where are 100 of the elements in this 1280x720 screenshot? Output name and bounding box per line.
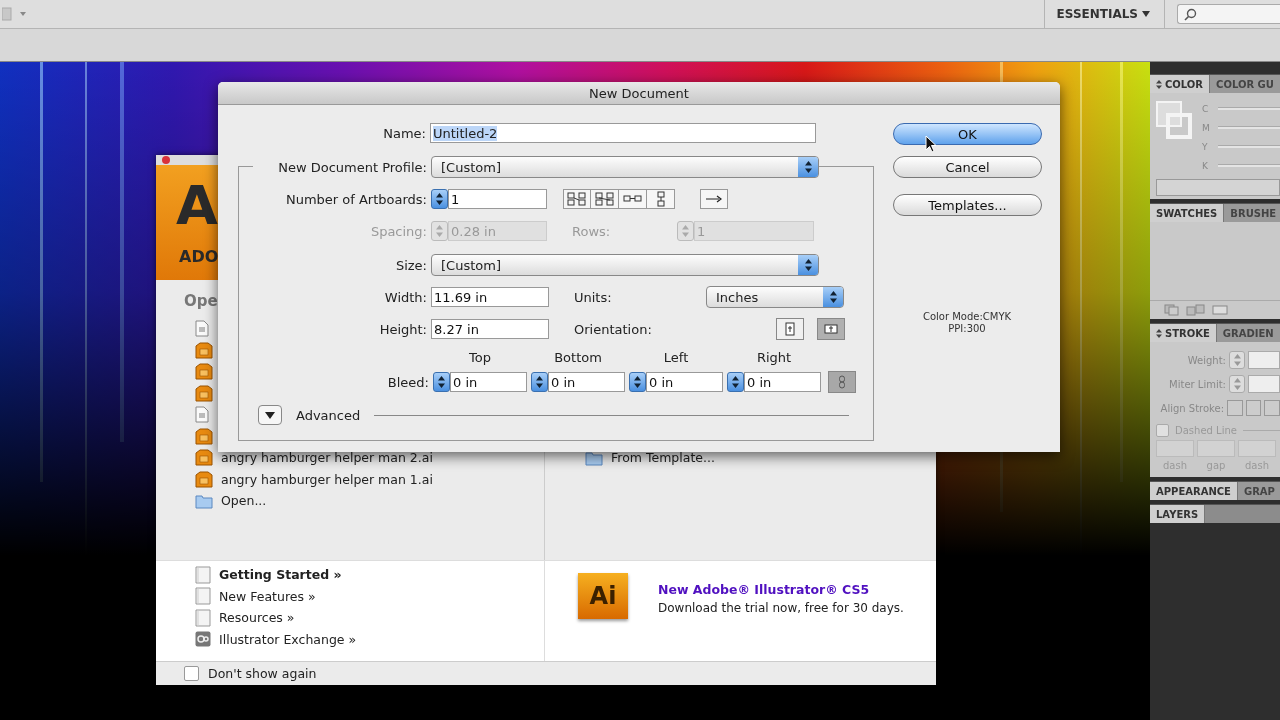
panel-tab[interactable]: STROKE bbox=[1150, 324, 1217, 342]
align-button[interactable] bbox=[1264, 400, 1280, 416]
swatch-options-icon[interactable] bbox=[1212, 304, 1228, 316]
collapse-icon[interactable] bbox=[1156, 328, 1162, 338]
resource-link[interactable]: Illustrator Exchange » bbox=[219, 631, 357, 647]
landscape-button[interactable] bbox=[817, 318, 845, 340]
field-label: Size: bbox=[394, 257, 428, 273]
create-link[interactable]: From Template... bbox=[611, 450, 715, 466]
app-menu-icon[interactable] bbox=[2, 7, 28, 21]
folder-icon bbox=[195, 492, 213, 509]
layout-button[interactable] bbox=[591, 189, 619, 209]
dialog-button[interactable]: Cancel bbox=[893, 156, 1042, 178]
caret-icon[interactable] bbox=[1142, 11, 1150, 17]
dropdown[interactable]: [Custom] bbox=[431, 254, 819, 276]
ppi-text: PPI:300 bbox=[947, 323, 987, 335]
bleed-field[interactable]: 0 in bbox=[450, 372, 527, 392]
panel-tab[interactable]: LAYERS bbox=[1150, 505, 1206, 523]
disclosure-button[interactable] bbox=[258, 405, 282, 425]
column-label: Bottom bbox=[553, 350, 603, 366]
field-label: Name: bbox=[382, 125, 427, 141]
fill-stroke-icon[interactable] bbox=[1156, 101, 1192, 139]
field-label: New Document Profile: bbox=[253, 159, 431, 175]
height-field[interactable]: 8.27 in bbox=[431, 319, 549, 339]
layout-button[interactable] bbox=[647, 189, 675, 209]
stepper-button[interactable] bbox=[629, 372, 646, 392]
swatch-kinds-icon[interactable] bbox=[1186, 304, 1206, 316]
name-field[interactable]: Untitled-2 bbox=[430, 123, 816, 143]
swatch-library-icon[interactable] bbox=[1164, 304, 1180, 316]
panel-tab[interactable]: COLOR GU bbox=[1210, 75, 1280, 93]
section-heading: Ope bbox=[184, 292, 218, 312]
dropdown[interactable]: Inches bbox=[706, 286, 844, 308]
dialog-title: New Document bbox=[218, 82, 1060, 105]
promo-link[interactable]: New Adobe® Illustrator® CS5 bbox=[658, 582, 904, 597]
stepper-arrows-icon bbox=[1232, 377, 1242, 391]
color-ramp[interactable] bbox=[1156, 179, 1280, 196]
ai-file-icon bbox=[195, 341, 213, 359]
section-label: Advanced bbox=[296, 407, 361, 423]
dialog-button[interactable]: OK bbox=[893, 123, 1042, 145]
recent-file-link[interactable]: Open... bbox=[221, 493, 267, 509]
layout-button[interactable] bbox=[563, 189, 591, 209]
panel-tab[interactable]: SWATCHES bbox=[1150, 204, 1225, 222]
document-icon bbox=[195, 320, 209, 338]
document-icon bbox=[195, 406, 209, 424]
app-logo: Ai bbox=[578, 573, 628, 619]
layout-button[interactable] bbox=[619, 189, 647, 209]
stepper-arrows-icon bbox=[535, 375, 544, 389]
dropdown[interactable]: [Custom] bbox=[431, 156, 819, 178]
bleed-field[interactable]: 0 in bbox=[646, 372, 723, 392]
bleed-field[interactable]: 0 in bbox=[744, 372, 821, 392]
page-icon bbox=[195, 608, 211, 627]
resource-link[interactable]: Getting Started » bbox=[219, 567, 342, 583]
logo-text: ADO bbox=[179, 247, 219, 266]
chain-icon bbox=[838, 375, 846, 389]
ai-file-icon bbox=[195, 449, 213, 467]
stepper-arrows-icon bbox=[435, 224, 444, 238]
search-icon bbox=[1184, 7, 1197, 21]
link-toggle-button[interactable] bbox=[828, 371, 856, 393]
checkbox[interactable] bbox=[184, 666, 199, 681]
collapse-icon[interactable] bbox=[1156, 79, 1162, 89]
stepper-arrows-icon bbox=[803, 160, 813, 174]
resource-link[interactable]: Resources » bbox=[219, 610, 295, 626]
portrait-button[interactable] bbox=[776, 318, 804, 340]
stepper-arrows-icon bbox=[633, 375, 642, 389]
panel-tab[interactable]: COLOR bbox=[1150, 75, 1211, 93]
recent-file-link[interactable]: angry hamburger helper man 2.ai bbox=[221, 450, 433, 466]
grid-by-column-icon bbox=[594, 192, 615, 206]
align-button[interactable] bbox=[1227, 400, 1243, 416]
width-field[interactable]: 11.69 in bbox=[431, 287, 549, 307]
resource-link[interactable]: New Features » bbox=[219, 588, 316, 604]
dialog-button[interactable]: Templates... bbox=[893, 194, 1042, 216]
field-label: Miter Limit: bbox=[1168, 378, 1226, 390]
field-label: Spacing: bbox=[369, 223, 428, 239]
field-label: Width: bbox=[383, 289, 428, 305]
bleed-field[interactable]: 0 in bbox=[548, 372, 625, 392]
page-icon bbox=[195, 565, 211, 584]
field-label: Number of Artboards: bbox=[284, 191, 428, 207]
channel-label: K bbox=[1202, 160, 1209, 171]
checkbox[interactable] bbox=[1156, 423, 1169, 437]
grid-by-row-icon bbox=[567, 192, 587, 206]
stepper-arrows-icon bbox=[435, 192, 444, 206]
page-icon bbox=[783, 322, 797, 336]
recent-file-link[interactable]: angry hamburger helper man 1.ai bbox=[221, 471, 433, 487]
artboards-field[interactable]: 1 bbox=[448, 189, 547, 209]
stroke-field[interactable] bbox=[1248, 351, 1280, 369]
workspace-switcher[interactable]: ESSENTIALS bbox=[1056, 7, 1138, 21]
stepper-button[interactable] bbox=[433, 372, 450, 392]
stepper-button[interactable] bbox=[727, 372, 744, 392]
stepper-button[interactable] bbox=[431, 189, 448, 209]
channel-label: Y bbox=[1202, 141, 1209, 152]
search-field[interactable] bbox=[1177, 4, 1280, 24]
panel-tab[interactable]: APPEARANCE bbox=[1150, 482, 1238, 500]
close-button[interactable] bbox=[162, 156, 170, 164]
align-button[interactable] bbox=[1245, 400, 1262, 416]
stepper-button[interactable] bbox=[531, 372, 548, 392]
field-label: Bleed: bbox=[386, 374, 430, 390]
triangle-icon bbox=[265, 411, 275, 419]
stroke-field[interactable] bbox=[1248, 375, 1280, 393]
layout-direction-button[interactable] bbox=[700, 189, 728, 209]
folder-icon bbox=[585, 449, 603, 466]
column-label: Top bbox=[468, 350, 492, 366]
